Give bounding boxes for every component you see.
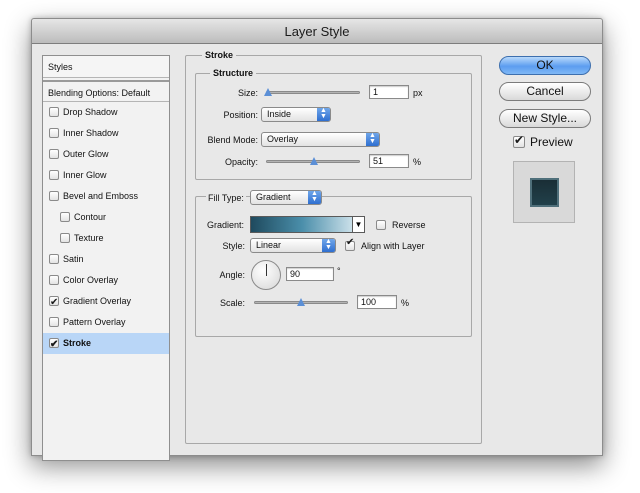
scale-label: Scale: [219, 298, 245, 308]
style-item-gradient-overlay[interactable]: Gradient Overlay [43, 291, 169, 313]
position-value: Inside [267, 109, 292, 119]
styles-list: Styles Blending Options: Default Drop Sh… [42, 55, 170, 461]
preview-label: Preview [530, 135, 573, 149]
blend-mode-label: Blend Mode: [207, 135, 258, 145]
size-label: Size: [237, 88, 258, 98]
style-item-label: Drop Shadow [63, 107, 118, 117]
style-label: Style: [222, 241, 245, 251]
new-style-button[interactable]: New Style... [499, 109, 591, 128]
preview-swatch [530, 178, 559, 207]
fill-type-value: Gradient [256, 192, 291, 202]
opacity-label: Opacity: [224, 157, 258, 167]
gradient-label: Gradient: [207, 220, 245, 230]
reverse-checkbox[interactable] [376, 220, 386, 230]
layer-style-dialog: Layer Style Styles Blending Options: Def… [31, 18, 603, 461]
style-item-label: Inner Glow [63, 170, 107, 180]
style-checkbox[interactable] [49, 292, 59, 313]
reverse-label: Reverse [392, 220, 426, 230]
size-slider[interactable] [266, 91, 360, 94]
style-item-texture[interactable]: Texture [43, 228, 169, 249]
position-label: Position: [223, 110, 258, 120]
updown-arrows-icon: ▲ ▼ [308, 190, 321, 204]
updown-arrows-icon: ▲ ▼ [366, 132, 379, 146]
style-checkbox[interactable] [49, 317, 59, 327]
align-with-layer-checkbox[interactable] [345, 237, 355, 251]
angle-label: Angle: [219, 270, 245, 280]
styles-header[interactable]: Styles [43, 56, 169, 78]
angle-dial[interactable] [251, 260, 281, 290]
style-item-color-overlay[interactable]: Color Overlay [43, 270, 169, 291]
scale-slider-thumb[interactable] [297, 298, 305, 306]
structure-group: Structure Size: 1 px Position: Inside ▲ ▼… [195, 68, 472, 180]
blend-mode-select[interactable]: Overlay ▲ ▼ [261, 132, 380, 147]
stroke-group-title: Stroke [202, 50, 237, 61]
stroke-group: Stroke Structure Size: 1 px Position: In… [185, 50, 482, 444]
opacity-slider-thumb[interactable] [309, 157, 318, 165]
size-unit: px [413, 88, 423, 98]
style-item-label: Outer Glow [63, 149, 109, 159]
style-item-label: Bevel and Emboss [63, 191, 139, 201]
fill-type-select[interactable]: Gradient ▲ ▼ [250, 190, 322, 205]
style-item-label: Pattern Overlay [63, 317, 126, 327]
fill-type-label: Fill Type: [206, 192, 246, 204]
style-select[interactable]: Linear ▲ ▼ [250, 238, 336, 253]
style-item-label: Contour [74, 212, 107, 222]
blending-options-item[interactable]: Blending Options: Default [43, 80, 169, 102]
style-item-label: Satin [63, 254, 84, 264]
style-item-pattern-overlay[interactable]: Pattern Overlay [43, 312, 169, 333]
gradient-picker[interactable]: ▼ [250, 216, 365, 233]
style-checkbox[interactable] [49, 128, 59, 138]
style-checkbox[interactable] [49, 170, 59, 180]
opacity-unit: % [413, 157, 422, 167]
style-item-label: Gradient Overlay [63, 296, 132, 306]
style-checkbox[interactable] [49, 191, 59, 201]
updown-arrows-icon: ▲ ▼ [317, 107, 330, 121]
style-item-outer-glow[interactable]: Outer Glow [43, 144, 169, 165]
ok-button[interactable]: OK [499, 56, 591, 75]
scale-input[interactable]: 100 [357, 295, 397, 309]
style-checkbox[interactable] [49, 334, 59, 355]
opacity-input[interactable]: 51 [369, 154, 409, 168]
dialog-title: Layer Style [32, 19, 602, 44]
angle-input[interactable]: 90 [286, 267, 334, 281]
style-item-label: Stroke [63, 338, 92, 348]
style-item-inner-shadow[interactable]: Inner Shadow [43, 123, 169, 144]
angle-unit: ° [337, 266, 341, 276]
style-item-label: Color Overlay [63, 275, 119, 285]
style-value: Linear [256, 240, 282, 250]
style-item-label: Inner Shadow [63, 128, 119, 138]
cancel-button[interactable]: Cancel [499, 82, 591, 101]
style-item-stroke[interactable]: Stroke [43, 333, 169, 355]
blend-mode-value: Overlay [267, 134, 299, 144]
angle-needle-icon [266, 264, 267, 276]
style-preview [513, 161, 575, 223]
style-item-label: Texture [74, 233, 104, 243]
style-item-contour[interactable]: Contour [43, 207, 169, 228]
style-checkbox[interactable] [60, 233, 70, 243]
style-item-bevel-and-emboss[interactable]: Bevel and Emboss [43, 186, 169, 207]
preview-checkbox[interactable] [513, 133, 525, 148]
style-checkbox[interactable] [60, 212, 70, 222]
style-checkbox[interactable] [49, 149, 59, 159]
fill-group: Fill Type: Gradient ▲ ▼ Gradient: ▼ Rever… [195, 190, 472, 337]
size-input[interactable]: 1 [369, 85, 409, 99]
scale-unit: % [401, 298, 410, 308]
updown-arrows-icon: ▲ ▼ [322, 238, 335, 252]
style-checkbox[interactable] [49, 107, 59, 117]
size-slider-thumb[interactable] [263, 88, 272, 96]
style-item-satin[interactable]: Satin [43, 249, 169, 270]
position-select[interactable]: Inside ▲ ▼ [261, 107, 331, 122]
style-item-inner-glow[interactable]: Inner Glow [43, 165, 169, 186]
style-checkbox[interactable] [49, 254, 59, 264]
dropdown-triangle-icon[interactable]: ▼ [352, 217, 364, 232]
style-item-drop-shadow[interactable]: Drop Shadow [43, 102, 169, 123]
style-checkbox[interactable] [49, 275, 59, 285]
structure-group-title: Structure [210, 68, 257, 79]
align-with-layer-label: Align with Layer [361, 241, 425, 251]
